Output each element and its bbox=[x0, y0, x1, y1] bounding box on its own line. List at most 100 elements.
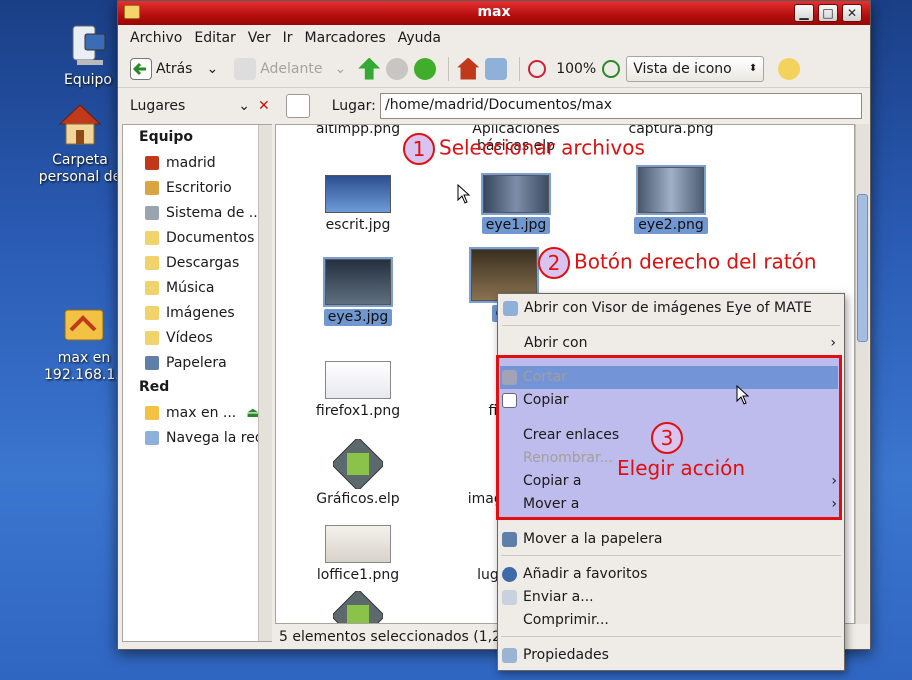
edit-location-icon[interactable] bbox=[285, 94, 310, 118]
title-bar[interactable]: max ▁ □ ✕ bbox=[118, 1, 870, 25]
sidebar-item-documents[interactable]: Documentos bbox=[123, 225, 271, 250]
file-item[interactable]: firefox1.png bbox=[298, 361, 418, 420]
view-mode-value: Vista de icono bbox=[633, 60, 732, 77]
folder-icon bbox=[145, 330, 159, 345]
sidebar-item-label: Sistema de ... bbox=[166, 204, 263, 221]
sidebar-item-label: max en ... bbox=[166, 404, 237, 421]
sidebar-item-pictures[interactable]: Imágenes bbox=[123, 300, 271, 325]
folder-icon bbox=[145, 255, 159, 270]
file-item[interactable]: loffice1.png bbox=[298, 525, 418, 584]
sidebar-item-label: Vídeos bbox=[166, 329, 213, 346]
sidebar-item-music[interactable]: Música bbox=[123, 275, 271, 300]
home-icon[interactable] bbox=[457, 57, 480, 80]
chevron-down-icon[interactable]: ⌄ bbox=[334, 61, 346, 77]
folder-icon bbox=[145, 305, 159, 320]
sidebar-item-label: Música bbox=[166, 279, 215, 296]
menu-item-properties[interactable]: Propiedades bbox=[497, 644, 845, 667]
image-thumbnail bbox=[636, 165, 706, 215]
close-button[interactable]: ✕ bbox=[842, 4, 862, 22]
home-folder-icon bbox=[58, 104, 102, 145]
menu-separator bbox=[501, 636, 841, 637]
sidebar-item-label: Navega la red bbox=[166, 429, 264, 446]
back-button[interactable]: Atrás ⌄ bbox=[126, 54, 222, 84]
forward-button[interactable]: Adelante ⌄ bbox=[230, 54, 350, 84]
send-icon bbox=[502, 590, 517, 605]
menu-editar[interactable]: Editar bbox=[188, 30, 241, 46]
network-icon bbox=[145, 430, 159, 445]
menu-item-trash[interactable]: Mover a la papelera bbox=[497, 528, 845, 551]
step-badge: 2 bbox=[538, 247, 570, 279]
menu-item-label: Mover a bbox=[523, 496, 580, 512]
file-name: loffice1.png bbox=[316, 567, 400, 583]
menu-item-label: Añadir a favoritos bbox=[523, 566, 648, 582]
menu-ver[interactable]: Ver bbox=[242, 30, 277, 46]
sidebar-item-filesystem[interactable]: Sistema de ... bbox=[123, 200, 271, 225]
menu-item-bookmark[interactable]: Añadir a favoritos bbox=[497, 563, 845, 586]
elp-file-icon bbox=[333, 439, 383, 489]
forward-arrow-icon bbox=[234, 57, 257, 80]
menu-item-cut[interactable]: Cortar bbox=[497, 366, 845, 389]
search-icon[interactable] bbox=[778, 57, 801, 80]
scissors-icon bbox=[502, 370, 517, 385]
sidebar-item-videos[interactable]: Vídeos bbox=[123, 325, 271, 350]
file-item[interactable]: altimpp.png bbox=[298, 125, 418, 138]
forward-label: Adelante bbox=[260, 60, 323, 77]
minimize-button[interactable]: ▁ bbox=[794, 4, 814, 22]
maximize-button[interactable]: □ bbox=[818, 4, 838, 22]
sidebar-item-network-share[interactable]: max en ... ⏏ bbox=[123, 400, 271, 425]
mouse-pointer-icon bbox=[457, 184, 471, 204]
file-item-selected[interactable]: eye2.png bbox=[611, 165, 731, 234]
sidebar-item-downloads[interactable]: Descargas bbox=[123, 250, 271, 275]
sidebar-item-label: Descargas bbox=[166, 254, 240, 271]
stop-icon[interactable] bbox=[386, 57, 409, 80]
menu-item-send-to[interactable]: Enviar a... bbox=[497, 586, 845, 609]
scrollbar-thumb[interactable] bbox=[857, 194, 868, 342]
computer-icon[interactable] bbox=[485, 57, 508, 80]
menu-item-move-to[interactable]: Mover a › bbox=[497, 493, 845, 516]
step-badge: 1 bbox=[403, 133, 435, 165]
sidebar-scrollbar[interactable] bbox=[258, 125, 272, 641]
zoom-out-icon[interactable] bbox=[528, 59, 547, 78]
places-select[interactable]: Lugares ⌄ bbox=[130, 98, 250, 114]
image-thumbnail bbox=[325, 525, 391, 563]
location-input[interactable]: /home/madrid/Documentos/max bbox=[380, 93, 862, 119]
file-item-selected[interactable]: eye1.jpg bbox=[456, 173, 576, 234]
menu-ayuda[interactable]: Ayuda bbox=[392, 30, 447, 46]
file-item-selected[interactable]: eye3.jpg bbox=[298, 257, 418, 326]
zoom-in-icon[interactable] bbox=[602, 59, 621, 78]
desktop-icon-label: Equipo bbox=[64, 72, 112, 88]
close-sidebar-icon[interactable]: ✕ bbox=[258, 98, 270, 114]
copy-icon bbox=[502, 393, 517, 408]
menu-item-compress[interactable]: Comprimir... bbox=[497, 609, 845, 632]
file-item[interactable]: escrit.jpg bbox=[298, 175, 418, 234]
location-bar: Lugares ⌄ ✕ Lugar: /home/madrid/Document… bbox=[118, 88, 870, 124]
desktop-icon bbox=[145, 180, 159, 195]
menu-ir[interactable]: Ir bbox=[277, 30, 299, 46]
menu-marcadores[interactable]: Marcadores bbox=[299, 30, 392, 46]
annotation-step-2: 2 Botón derecho del ratón bbox=[538, 247, 817, 279]
chevron-right-icon: › bbox=[831, 473, 837, 489]
up-arrow-icon[interactable] bbox=[358, 57, 381, 80]
reload-icon[interactable] bbox=[414, 57, 437, 80]
sidebar-item-trash[interactable]: Papelera bbox=[123, 350, 271, 375]
toolbar-separator bbox=[519, 56, 521, 81]
file-item[interactable]: Gráficos.elp bbox=[298, 439, 418, 508]
network-folder-icon bbox=[145, 405, 159, 420]
menu-item-copy[interactable]: Copiar bbox=[497, 389, 845, 412]
sidebar-item-desktop[interactable]: Escritorio bbox=[123, 175, 271, 200]
vertical-scrollbar[interactable] bbox=[855, 124, 869, 624]
file-name: eye1.jpg bbox=[481, 217, 551, 234]
sidebar-item-browse-network[interactable]: Navega la red bbox=[123, 425, 271, 450]
chevron-down-icon: ⌄ bbox=[238, 98, 250, 114]
sidebar-item-label: Imágenes bbox=[166, 304, 235, 321]
view-mode-select[interactable]: Vista de icono ⬍ bbox=[626, 55, 765, 82]
image-thumbnail bbox=[481, 173, 551, 215]
menu-archivo[interactable]: Archivo bbox=[124, 30, 188, 46]
annotation-step-3: 3 Elegir acción bbox=[617, 422, 745, 480]
sidebar-item-madrid[interactable]: madrid bbox=[123, 150, 271, 175]
file-item[interactable] bbox=[298, 591, 418, 623]
trash-icon bbox=[145, 355, 159, 370]
menu-item-label: Crear enlaces bbox=[523, 427, 620, 443]
chevron-down-icon[interactable]: ⌄ bbox=[206, 61, 218, 77]
image-thumbnail bbox=[325, 175, 391, 213]
